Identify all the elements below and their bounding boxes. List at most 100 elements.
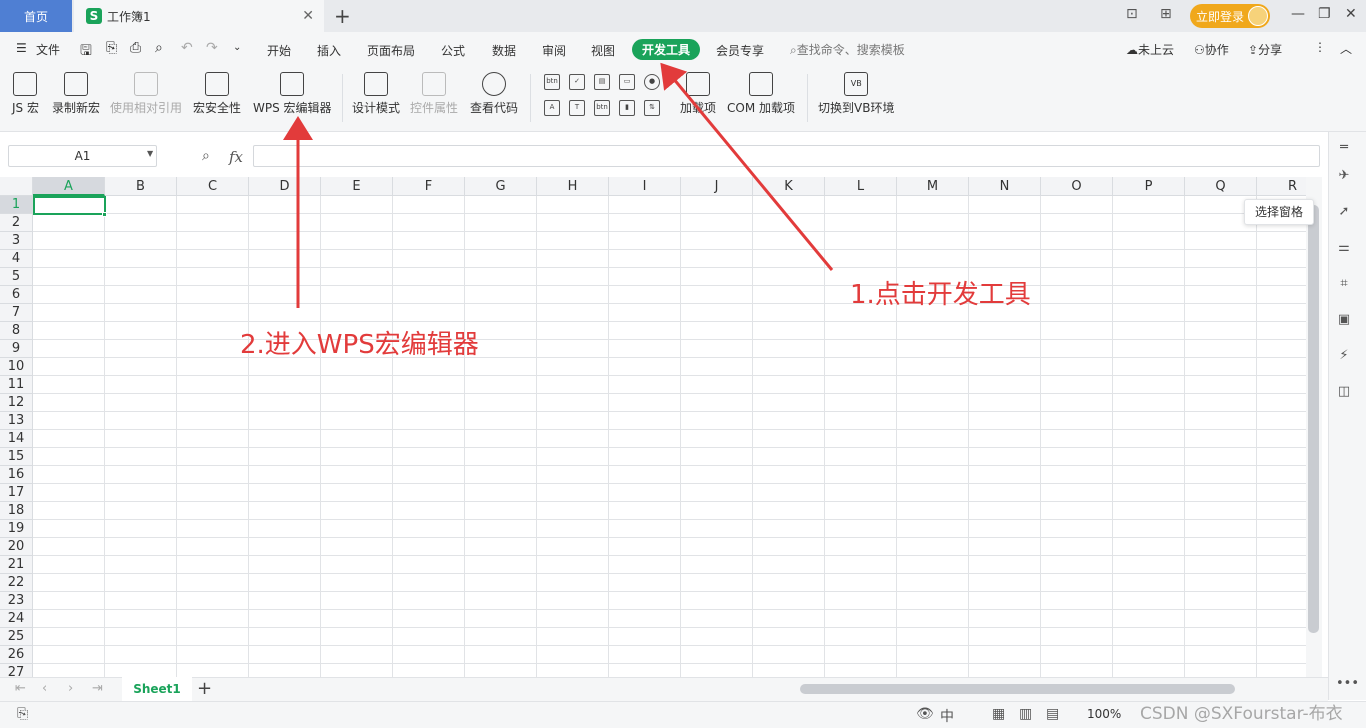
row-header[interactable]: 21 [0,556,33,574]
tab-formulas[interactable]: 公式 [441,42,465,59]
normal-view-icon[interactable]: ▦ [992,706,1005,722]
row-header[interactable]: 2 [0,214,33,232]
js-macro-button[interactable]: JS 宏 [12,72,39,116]
spreadsheet-grid[interactable]: A B C D E F G H I J K L M N O P Q R 1 2 3 4 5 6 7 8 9 10 11 12 13 14 15 1… [0,177,1306,677]
vertical-scroll-thumb[interactable] [1308,205,1319,633]
ime-icon[interactable]: 中 [940,706,954,726]
eye-icon[interactable]: 👁 [916,706,934,722]
tab-developer[interactable]: 开发工具 [632,39,700,60]
row-header[interactable]: 20 [0,538,33,556]
design-mode-button[interactable]: 设计模式 [352,72,400,116]
row-header[interactable]: 17 [0,484,33,502]
collaborate-button[interactable]: ⚇协作 [1194,41,1229,58]
lightning-icon[interactable]: ⚡ [1336,348,1352,364]
com-addins-button[interactable]: COM 加载项 [727,72,795,116]
column-header[interactable]: G [465,177,537,196]
combobox-control-icon[interactable]: ▤ [594,74,610,90]
cursor-icon[interactable]: ➚ [1336,204,1352,220]
redo-icon[interactable]: ↷ [206,40,218,56]
column-header[interactable]: F [393,177,465,196]
row-header[interactable]: 24 [0,610,33,628]
page-layout-view-icon[interactable]: ▥ [1019,706,1032,722]
crop-icon[interactable]: ⌗ [1336,276,1352,292]
row-header[interactable]: 10 [0,358,33,376]
share-button[interactable]: ⇪分享 [1248,41,1282,58]
row-header[interactable]: 11 [0,376,33,394]
apps-grid-icon[interactable]: ⊞ [1160,6,1172,22]
row-header[interactable]: 14 [0,430,33,448]
row-header[interactable]: 4 [0,250,33,268]
row-header[interactable]: 3 [0,232,33,250]
select-all-corner[interactable] [0,177,33,196]
add-sheet-icon[interactable]: + [197,678,212,699]
row-header[interactable]: 18 [0,502,33,520]
relative-reference-button[interactable]: 使用相对引用 [110,72,182,116]
undo-icon[interactable]: ↶ [181,40,193,56]
home-tab[interactable]: 首页 [0,0,72,32]
more-icon[interactable]: ••• [1336,676,1359,692]
column-header[interactable]: L [825,177,897,196]
row-header[interactable]: 8 [0,322,33,340]
row-header[interactable]: 22 [0,574,33,592]
option-button-icon[interactable]: ● [644,74,660,90]
column-header[interactable]: I [609,177,681,196]
close-window-icon[interactable]: ✕ [1345,6,1357,22]
horizontal-scroll-thumb[interactable] [800,684,1235,694]
tab-data[interactable]: 数据 [492,42,516,59]
button-control-icon[interactable]: btn [544,74,560,90]
zoom-icon[interactable]: ⌕ [202,148,210,164]
column-header[interactable]: C [177,177,249,196]
control-properties-button[interactable]: 控件属性 [410,72,458,116]
row-header[interactable]: 16 [0,466,33,484]
close-icon[interactable]: ✕ [302,8,314,24]
rocket-icon[interactable]: ✈ [1336,168,1352,184]
first-sheet-icon[interactable]: ⇤ [15,681,26,696]
row-header[interactable]: 9 [0,340,33,358]
tab-member[interactable]: 会员专享 [716,42,764,59]
login-button[interactable]: 立即登录 [1190,4,1270,28]
wps-macro-editor-button[interactable]: WPS 宏编辑器 [253,72,332,116]
scrollbar-control-icon[interactable]: ▮ [619,100,635,116]
column-header[interactable]: A [33,177,105,196]
prev-sheet-icon[interactable]: ‹ [42,681,47,696]
chevron-down-icon[interactable]: ⌄ [233,42,241,53]
row-header[interactable]: 7 [0,304,33,322]
tab-insert[interactable]: 插入 [317,42,341,59]
sidebar-collapse-icon[interactable]: ═ [1336,140,1352,156]
macro-security-button[interactable]: 宏安全性 [193,72,241,116]
textbox-control-icon[interactable]: T [569,100,585,116]
spin-control-icon[interactable]: ⇅ [644,100,660,116]
restore-icon[interactable]: ❐ [1318,6,1331,22]
row-header[interactable]: 25 [0,628,33,646]
row-header[interactable]: 1 [0,196,33,214]
row-header[interactable]: 27 [0,664,33,677]
row-header[interactable]: 12 [0,394,33,412]
column-header[interactable]: N [969,177,1041,196]
workbook-tab[interactable]: S 工作簿1 ✕ [74,0,324,32]
last-sheet-icon[interactable]: ⇥ [92,681,103,696]
export-icon[interactable]: ⎘ [106,40,117,56]
view-code-button[interactable]: 查看代码 [470,72,518,116]
toggle-button-icon[interactable]: btn [594,100,610,116]
formula-input[interactable] [253,145,1320,167]
tab-review[interactable]: 审阅 [542,42,566,59]
column-header[interactable]: D [249,177,321,196]
column-header[interactable]: M [897,177,969,196]
more-icon[interactable]: ⋮ [1314,40,1326,54]
row-header[interactable]: 23 [0,592,33,610]
label-control-icon[interactable]: A [544,100,560,116]
row-header[interactable]: 15 [0,448,33,466]
collapse-ribbon-icon[interactable]: ︿ [1340,40,1352,57]
tab-page-layout[interactable]: 页面布局 [367,42,415,59]
record-macro-button[interactable]: 录制新宏 [52,72,100,116]
macro-status-icon[interactable]: ⎘ [17,706,28,722]
column-header[interactable]: P [1113,177,1185,196]
selected-cell[interactable] [33,196,106,215]
print-icon[interactable]: ⎙ [130,40,141,56]
column-header[interactable]: R [1257,177,1306,196]
next-sheet-icon[interactable]: › [68,681,73,696]
column-header[interactable]: E [321,177,393,196]
hamburger-icon[interactable]: ☰ [16,41,27,55]
function-icon[interactable]: fx [229,148,243,166]
column-header[interactable]: B [105,177,177,196]
